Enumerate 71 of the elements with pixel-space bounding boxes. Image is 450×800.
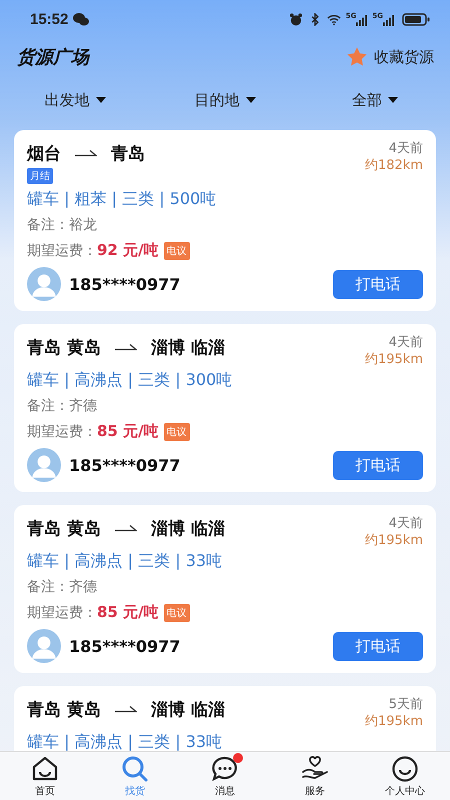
filter-dropdown[interactable]: 出发地 [44,90,106,110]
caret-icon [388,97,398,103]
price-label: 期望运费： [27,422,97,440]
avatar-icon [27,629,61,663]
distance-label: 约195km [364,532,423,549]
call-button[interactable]: 打电话 [333,270,423,298]
note-text: 备注：齐德 [27,397,97,416]
cargo-specs: 罐车 | 高沸点 | 三类 | 33吨 [27,731,222,751]
tab-item[interactable]: 消息 [180,752,270,800]
origin-city: 烟台 [27,142,61,164]
phone-number: 185****0977 [69,274,182,294]
filter-dropdown[interactable]: 全部 [352,90,398,110]
price-value: 85 元/吨 [97,422,159,441]
filter-dropdown[interactable]: 目的地 [194,90,256,110]
price-label: 期望运费： [27,242,97,260]
star-icon [346,46,368,68]
posted-time: 5天前 [388,696,423,713]
tab-item[interactable]: 服务 [270,752,360,800]
chat-bubbles-icon [73,12,90,26]
tab-item[interactable]: 个人中心 [360,752,450,800]
avatar-icon [27,448,61,482]
home-icon [31,754,59,782]
chat-icon [211,754,239,782]
cargo-specs: 罐车 | 粗苯 | 三类 | 500吨 [27,188,216,210]
caret-icon [96,97,106,103]
destination-city: 淄博 临淄 [150,518,225,540]
cargo-card[interactable]: 青岛 黄岛 淄博 临淄 4天前 约195km 罐车 | 高沸点 | 三类 | 33吨 备注：齐德 期望运费：85 元/吨 电议 185****0977 打电话 [14,505,436,673]
favorites-button[interactable]: 收藏货源 [346,46,434,68]
note-text: 备注：齐德 [27,578,97,597]
call-button[interactable]: 打电话 [333,450,423,480]
cargo-card[interactable]: 青岛 黄岛 淄博 临淄 4天前 约195km 罐车 | 高沸点 | 三类 | 300吨 备注：齐德 期望运费：85 元/吨 电议 185****0977 打电话 [14,324,436,492]
negotiable-badge: 电议 [164,242,190,260]
call-button[interactable]: 打电话 [333,632,423,660]
tab-item[interactable]: 首页 [0,752,90,800]
distance-label: 约195km [364,713,423,730]
signal-icon [356,14,368,26]
smiley-icon [391,754,419,782]
note-text: 备注：裕龙 [27,216,97,235]
alarm-icon [288,12,303,26]
destination-city: 淄博 临淄 [150,336,225,358]
avatar-icon [27,267,61,301]
search-icon [121,754,149,782]
posted-time: 4天前 [388,140,423,157]
signal-icon [383,14,394,26]
negotiable-badge: 电议 [164,604,190,622]
origin-city: 青岛 黄岛 [27,698,101,720]
cargo-specs: 罐车 | 高沸点 | 三类 | 33吨 [27,550,222,572]
page-title: 货源广场 [17,46,89,69]
distance-label: 约182km [364,157,423,174]
settlement-tag: 月结 [27,168,53,184]
posted-time: 4天前 [388,334,423,351]
destination-city: 淄博 临淄 [150,698,225,720]
price-value: 92 元/吨 [97,241,159,260]
origin-city: 青岛 黄岛 [27,518,101,540]
price-label: 期望运费： [27,604,97,622]
destination-city: 青岛 [111,142,145,164]
distance-label: 约195km [364,351,423,368]
phone-number: 185****0977 [69,456,182,474]
wifi-icon [326,12,341,26]
cargo-card[interactable]: 青岛 黄岛 淄博 临淄 5天前 约195km 罐车 | 高沸点 | 三类 | 33吨 [14,686,436,751]
caret-icon [246,97,256,103]
cargo-specs: 罐车 | 高沸点 | 三类 | 300吨 [27,369,232,391]
phone-number: 185****0977 [69,636,182,656]
posted-time: 4天前 [388,515,423,532]
origin-city: 青岛 黄岛 [27,336,101,358]
cargo-card[interactable]: 烟台 青岛 4天前 约182km 月结 罐车 | 粗苯 | 三类 | 500吨 备注：裕龙 期望运费：92 元/吨 电议 185****0977 打电话 [14,130,436,311]
status-time: 15:52 [30,10,68,28]
price-value: 85 元/吨 [97,603,159,622]
battery-icon [402,12,430,26]
negotiable-badge: 电议 [164,422,190,440]
tab-item[interactable]: 找货 [90,752,180,800]
